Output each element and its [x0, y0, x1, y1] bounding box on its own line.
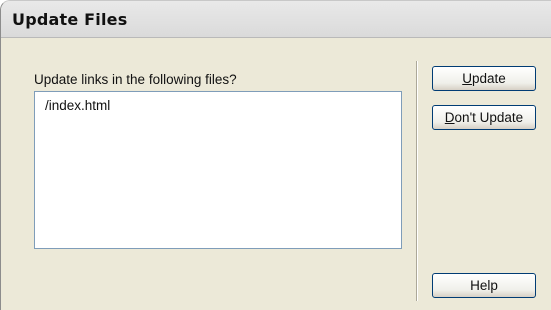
dont-update-button[interactable]: Don't Update — [432, 105, 536, 130]
title-bar[interactable]: Update Files — [1, 1, 551, 38]
update-button-label: pdate — [471, 71, 506, 86]
dont-update-button-label: on't Update — [454, 110, 524, 125]
help-button[interactable]: Help — [432, 273, 536, 298]
prompt-label: Update links in the following files? — [34, 72, 237, 87]
update-button-mnemonic: U — [462, 71, 472, 86]
dont-update-button-mnemonic: D — [444, 110, 455, 125]
file-list[interactable]: /index.html — [34, 91, 402, 249]
help-button-label: Help — [470, 278, 498, 293]
vertical-divider — [416, 61, 418, 301]
list-item[interactable]: /index.html — [45, 98, 110, 113]
dialog-title: Update Files — [12, 10, 128, 29]
update-button[interactable]: Update — [432, 66, 536, 91]
update-files-dialog: Update Files Update links in the followi… — [0, 0, 551, 310]
